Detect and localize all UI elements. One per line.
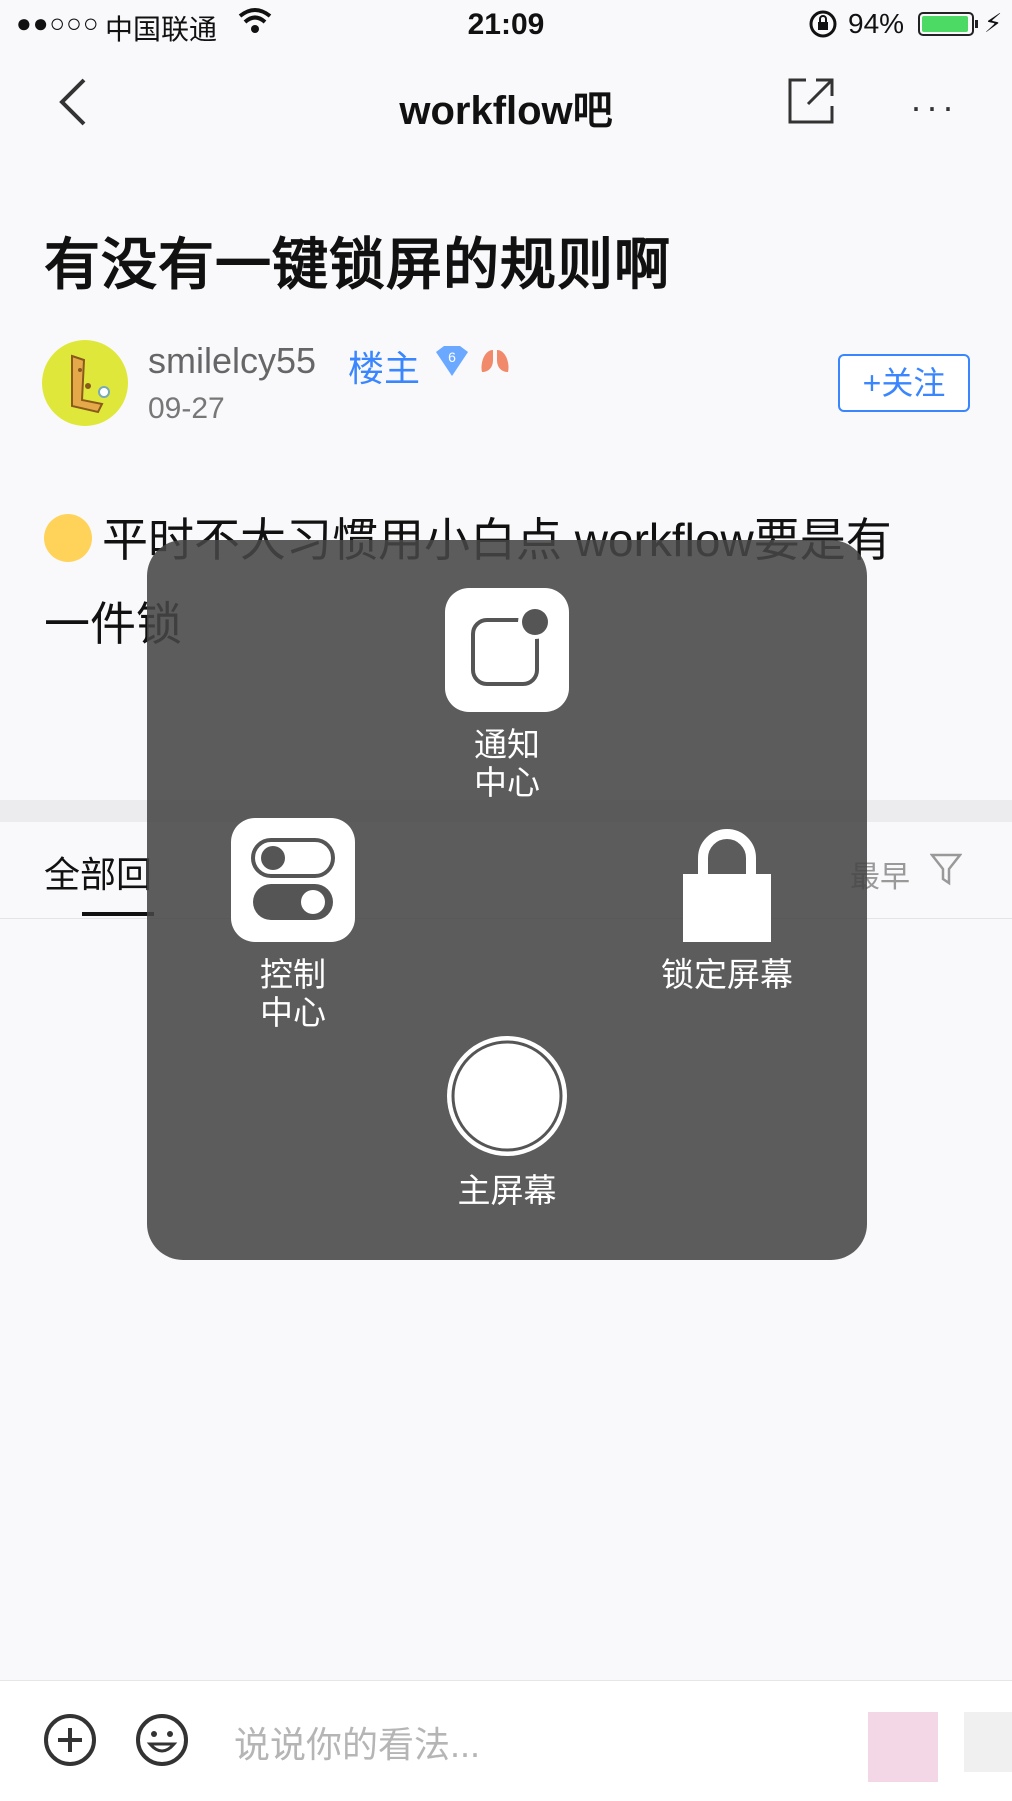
home-label: 主屏幕 — [457, 1172, 557, 1209]
more-icon[interactable]: ··· — [910, 86, 958, 128]
home-icon — [445, 1034, 569, 1158]
tab-underline — [82, 912, 154, 916]
plus-circle-icon[interactable] — [42, 1712, 98, 1773]
home-button[interactable]: 主屏幕 — [427, 1034, 587, 1210]
lock-screen-label: 锁定屏幕 — [661, 956, 793, 993]
control-center-label-1: 控制 — [260, 956, 326, 993]
notification-center-label-2: 中心 — [474, 764, 540, 801]
follow-button[interactable]: +关注 — [838, 354, 970, 412]
post-title: 有没有一键锁屏的规则啊 — [44, 233, 671, 296]
author-name[interactable]: smilelcy55 — [148, 340, 316, 382]
post-date: 09-27 — [148, 392, 225, 425]
level-badge: 6 — [432, 344, 472, 383]
notification-center-button[interactable]: 通知 中心 — [437, 588, 577, 802]
avatar[interactable] — [42, 340, 128, 426]
rotation-lock-icon — [808, 9, 838, 46]
control-center-button[interactable]: 控制 中心 — [223, 818, 363, 1032]
author-role-badge: 楼主 — [348, 348, 421, 389]
status-bar: ●●○○○ 中国联通 21:09 94% ⚡ — [0, 0, 1012, 50]
share-icon[interactable] — [786, 76, 836, 131]
smile-icon[interactable] — [134, 1712, 190, 1773]
filter-icon[interactable] — [929, 852, 963, 891]
battery-icon — [918, 12, 978, 36]
level-number: 6 — [448, 349, 456, 365]
lock-screen-button[interactable]: 锁定屏幕 — [647, 818, 807, 994]
battery-percent: 94% — [848, 8, 905, 39]
charging-icon: ⚡ — [984, 8, 1003, 38]
lungs-icon — [478, 346, 512, 381]
sticker-thumbnail[interactable] — [964, 1712, 1012, 1772]
control-center-label-2: 中心 — [260, 994, 326, 1031]
lock-icon — [665, 818, 789, 942]
tab-all-replies[interactable]: 全部回 — [44, 846, 152, 898]
notification-center-icon — [445, 588, 569, 712]
notification-center-label-1: 通知 — [474, 726, 540, 763]
sticker-thumbnail[interactable] — [868, 1712, 938, 1782]
grin-emoji-icon — [44, 514, 92, 562]
comment-input[interactable]: 说说你的看法... — [234, 1716, 480, 1768]
control-center-icon — [231, 818, 355, 942]
assistive-touch-menu: 通知 中心 控制 中心 锁定屏幕 主屏幕 — [147, 540, 867, 1260]
nav-title: workflow吧 — [399, 89, 613, 133]
